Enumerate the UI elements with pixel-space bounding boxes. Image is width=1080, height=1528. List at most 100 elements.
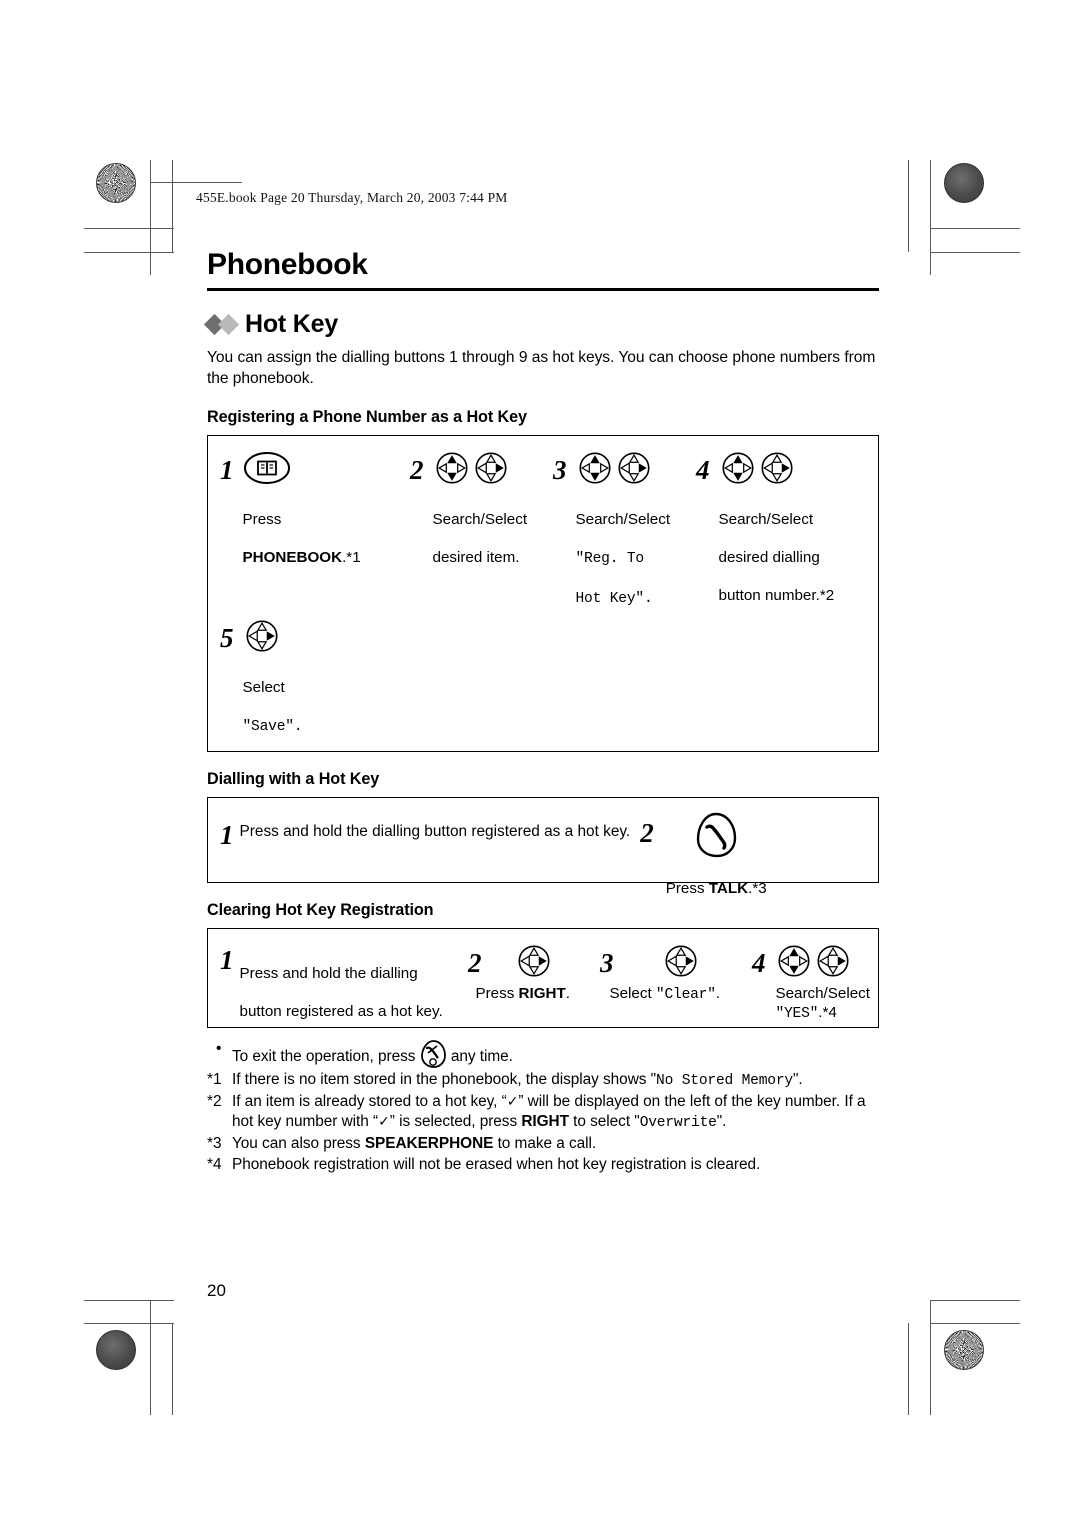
crop-mark [172, 160, 174, 252]
solid-registration-mark-bottom-left [96, 1330, 136, 1370]
step-icons [775, 941, 870, 981]
talk-icon [697, 812, 737, 857]
crop-mark [908, 1323, 910, 1415]
note-key-label: SPEAKERPHONE [364, 1135, 494, 1153]
crop-mark [930, 1323, 1020, 1325]
diamond-bullet-light-icon [217, 314, 240, 336]
crop-mark [930, 1300, 1020, 1302]
note-marker: *2 [207, 1092, 222, 1110]
step-key-label: TALK [708, 879, 749, 897]
crosshair-registration-mark [100, 1262, 140, 1302]
step-number: 4 [696, 454, 710, 485]
step-text: Press PHONEBOOK.*1 [243, 491, 361, 568]
crop-mark [84, 228, 174, 230]
note-text-post: ". [792, 1070, 803, 1088]
crosshair-registration-mark [887, 1330, 927, 1370]
step-number: 2 [467, 947, 482, 978]
note-1: *1 If there is no item stored in the pho… [207, 1070, 879, 1091]
step-number: 1 [220, 454, 234, 485]
select-dpad-icon [245, 620, 278, 652]
file-header-text: 455E.book Page 20 Thursday, March 20, 20… [196, 190, 508, 205]
step-footnote-ref: .*4 [818, 1003, 837, 1021]
note-2: *2 If an item is already stored to a hot… [207, 1092, 879, 1133]
note-body: If an item is already stored to a hot ke… [232, 1092, 879, 1133]
step-display-text: "YES" [775, 1005, 819, 1022]
section-intro: You can assign the dialling buttons 1 th… [207, 349, 876, 387]
procedure-heading-clearing: Clearing Hot Key Registration [207, 900, 434, 919]
step-text: Search/Select desired item. [433, 491, 528, 568]
step-line-1: Press and hold the dialling [239, 964, 418, 982]
select-dpad-icon [760, 452, 793, 484]
select-dpad-icon [617, 452, 650, 484]
search-dpad-icon [578, 452, 611, 484]
procedure-box-clearing: 1 Press and hold the dialling button reg… [207, 927, 879, 1028]
step-icons [719, 448, 835, 488]
steps-row-bottom: 5 Select "Save". [220, 616, 868, 737]
crop-mark [84, 1323, 174, 1325]
step-4: 4 [696, 448, 861, 606]
step-icons [576, 448, 671, 488]
note-body: You can also press SPEAKERPHONE to make … [232, 1134, 879, 1154]
step-line-prefix: Press [665, 879, 709, 897]
note-marker: • [216, 1039, 222, 1057]
step-text: Press and hold the dialling button regis… [240, 945, 443, 1022]
step-display-text-line-1: "Save". [242, 719, 303, 736]
step-icons [666, 812, 767, 858]
step-icons [497, 941, 570, 981]
step-key-label: RIGHT [518, 984, 566, 1002]
step-display-text-line-1: "Reg. To [575, 551, 645, 568]
step-line-prefix: Press [475, 984, 519, 1002]
note-body: To exit the operation, press any time. [232, 1039, 879, 1069]
step-line-suffix: . [565, 984, 570, 1002]
section-title: Hot Key [245, 310, 339, 339]
note-4: *4 Phonebook registration will not be er… [207, 1155, 879, 1175]
step-line-1: Search/Select [718, 510, 814, 528]
chapter-title: Phonebook [207, 248, 368, 281]
select-dpad-icon [518, 945, 550, 977]
step-number: 1 [220, 944, 234, 975]
step-text: Press TALK.*3 [666, 860, 767, 898]
section-heading: Hot Key [203, 310, 879, 339]
note-body: Phonebook registration will not be erase… [232, 1156, 761, 1174]
step-2: 2 Press TALK.*3 [640, 812, 767, 898]
note-marker: *3 [207, 1135, 222, 1153]
procedure-box-registering: 1 Press PHONEBOOK.*1 2 Search/Select des… [207, 434, 879, 752]
steps-row: 1 Press and hold the dialling button reg… [220, 941, 870, 1024]
step-icons [243, 448, 361, 488]
procedure-box-dialling: 1 Press and hold the dialling button reg… [207, 796, 879, 897]
note-text-post: ". [716, 1113, 727, 1131]
step-line-suffix: . [715, 984, 721, 1002]
crop-mark [172, 1323, 174, 1415]
step-line-2: desired item. [432, 549, 520, 567]
crop-mark [930, 252, 1020, 254]
step-text: Select "Save". [243, 659, 303, 737]
procedure-heading-registering: Registering a Phone Number as a Hot Key [207, 407, 527, 426]
search-dpad-icon [721, 452, 754, 484]
step-line-1: Select [242, 679, 285, 697]
step-footnote-ref: .*1 [342, 549, 361, 567]
note-display-text: No Stored Memory [656, 1072, 793, 1089]
select-dpad-icon [665, 945, 697, 977]
note-marker: *1 [207, 1070, 222, 1088]
checkmark-icon: ✓ [506, 1093, 519, 1110]
select-dpad-icon [817, 945, 849, 977]
step-display-text-line-2: Hot Key". [575, 590, 653, 607]
note-display-text: Overwrite [639, 1115, 717, 1132]
select-dpad-icon [474, 452, 507, 484]
step-text: Press and hold the dialling button regis… [239, 822, 631, 840]
step-line-2: desired dialling [718, 549, 820, 567]
step-number: 4 [751, 947, 766, 978]
step-line-3: button number.*2 [718, 587, 835, 605]
checkmark-icon: ✓ [378, 1114, 390, 1131]
off-icon [420, 1039, 446, 1068]
crosshair-registration-mark [940, 225, 980, 265]
step-icons [243, 616, 303, 656]
step-number: 1 [220, 819, 234, 850]
crosshair-registration-mark [100, 225, 140, 265]
step-3: 3 Search/Select "Reg. To Hot Key". [553, 448, 696, 608]
step-4: 4 [752, 941, 870, 1024]
crosshair-registration-mark [520, 1330, 560, 1370]
step-1: 1 Press PHONEBOOK.*1 [220, 448, 410, 568]
crosshair-registration-mark [940, 735, 980, 775]
note-text-pre: If there is no item stored in the phoneb… [232, 1070, 657, 1088]
